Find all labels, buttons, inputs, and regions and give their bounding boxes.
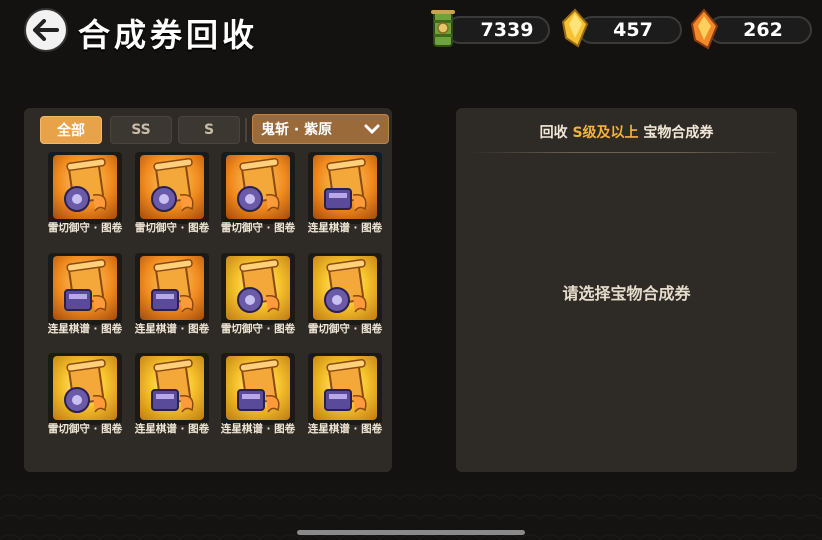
ticket-item[interactable]: 雷切御守 · 图卷 [219, 253, 297, 353]
flame-crystal-icon [690, 8, 719, 50]
back-button[interactable] [24, 8, 68, 52]
item-card [48, 253, 122, 325]
item-name: 雷切御守 · 图卷 [220, 222, 296, 234]
ticket-item[interactable]: 雷切御守 · 图卷 [46, 353, 124, 453]
recycle-title-prefix: 回收 [539, 125, 568, 141]
item-name: 雷切御守 · 图卷 [307, 323, 383, 335]
item-card [221, 253, 295, 325]
ticket-item[interactable]: 雷切御守 · 图卷 [219, 152, 297, 252]
ticket-item[interactable]: 连星棋谱 · 图卷 [306, 353, 384, 453]
recycle-title-highlight: S级及以上 [572, 125, 639, 141]
currency-value: 457 [613, 19, 653, 41]
item-card [48, 353, 122, 425]
charm-scroll-icon [313, 256, 377, 320]
currency-bamboo-scroll[interactable]: 7339 [446, 16, 550, 44]
item-name: 雷切御守 · 图卷 [134, 222, 210, 234]
item-card [135, 253, 209, 325]
currency-flame-crystal[interactable]: 262 [708, 16, 812, 44]
tab-divider [245, 118, 247, 142]
item-card [308, 253, 382, 325]
item-name: 连星棋谱 · 图卷 [47, 323, 123, 335]
ticket-list-panel: 全部 SS S 鬼斩 · 紫原 雷切御守 · 图卷 雷切御守 · 图卷 雷切御守 ·… [24, 108, 392, 472]
book-scroll-icon [53, 256, 117, 320]
item-card [308, 353, 382, 425]
item-card [308, 152, 382, 224]
gold-crystal-icon [561, 8, 589, 48]
book-scroll-icon [226, 356, 290, 420]
charm-scroll-icon [226, 256, 290, 320]
book-scroll-icon [313, 155, 377, 219]
item-name: 连星棋谱 · 图卷 [134, 423, 210, 435]
empty-hint: 请选择宝物合成券 [562, 284, 691, 303]
item-name: 雷切御守 · 图卷 [220, 323, 296, 335]
ticket-item[interactable]: 雷切御守 · 图卷 [133, 152, 211, 252]
item-card [221, 353, 295, 425]
currency-gold-crystal[interactable]: 457 [578, 16, 682, 44]
item-card [135, 353, 209, 425]
recycle-title: 回收 S级及以上 宝物合成券 [456, 122, 797, 142]
item-name: 连星棋谱 · 图卷 [307, 222, 383, 234]
recycle-title-suffix: 宝物合成券 [643, 125, 714, 141]
ticket-item[interactable]: 连星棋谱 · 图卷 [46, 253, 124, 353]
home-indicator[interactable] [297, 530, 525, 535]
tab-s[interactable]: S [178, 116, 240, 144]
chevron-down-icon [364, 124, 380, 135]
item-card [221, 152, 295, 224]
item-name: 连星棋谱 · 图卷 [220, 423, 296, 435]
ticket-item[interactable]: 连星棋谱 · 图卷 [306, 152, 384, 252]
book-scroll-icon [313, 356, 377, 420]
charm-scroll-icon [53, 356, 117, 420]
ticket-item[interactable]: 连星棋谱 · 图卷 [133, 353, 211, 453]
charm-scroll-icon [226, 155, 290, 219]
page-title: 合成券回收 [78, 16, 259, 54]
tab-ss[interactable]: SS [110, 116, 172, 144]
ticket-item[interactable]: 雷切御守 · 图卷 [46, 152, 124, 252]
charm-scroll-icon [53, 155, 117, 219]
arrow-left-icon [33, 19, 59, 41]
currency-value: 262 [743, 19, 783, 41]
item-card [135, 152, 209, 224]
item-name: 雷切御守 · 图卷 [47, 423, 123, 435]
dropdown-value: 鬼斩 · 紫原 [261, 122, 333, 138]
item-card [48, 152, 122, 224]
book-scroll-icon [140, 256, 204, 320]
item-name: 连星棋谱 · 图卷 [307, 423, 383, 435]
bamboo-scroll-icon [431, 10, 455, 47]
book-scroll-icon [140, 356, 204, 420]
charm-scroll-icon [140, 155, 204, 219]
tab-all[interactable]: 全部 [40, 116, 102, 144]
item-name: 雷切御守 · 图卷 [47, 222, 123, 234]
item-name: 连星棋谱 · 图卷 [134, 323, 210, 335]
ticket-item[interactable]: 连星棋谱 · 图卷 [133, 253, 211, 353]
character-dropdown[interactable]: 鬼斩 · 紫原 [252, 114, 389, 144]
ticket-item[interactable]: 连星棋谱 · 图卷 [219, 353, 297, 453]
top-bar: 合成券回收 7339 457 262 [0, 0, 822, 60]
divider [470, 152, 783, 153]
currency-value: 7339 [480, 19, 534, 41]
ticket-item[interactable]: 雷切御守 · 图卷 [306, 253, 384, 353]
recycle-panel: 回收 S级及以上 宝物合成券 请选择宝物合成券 [456, 108, 797, 472]
